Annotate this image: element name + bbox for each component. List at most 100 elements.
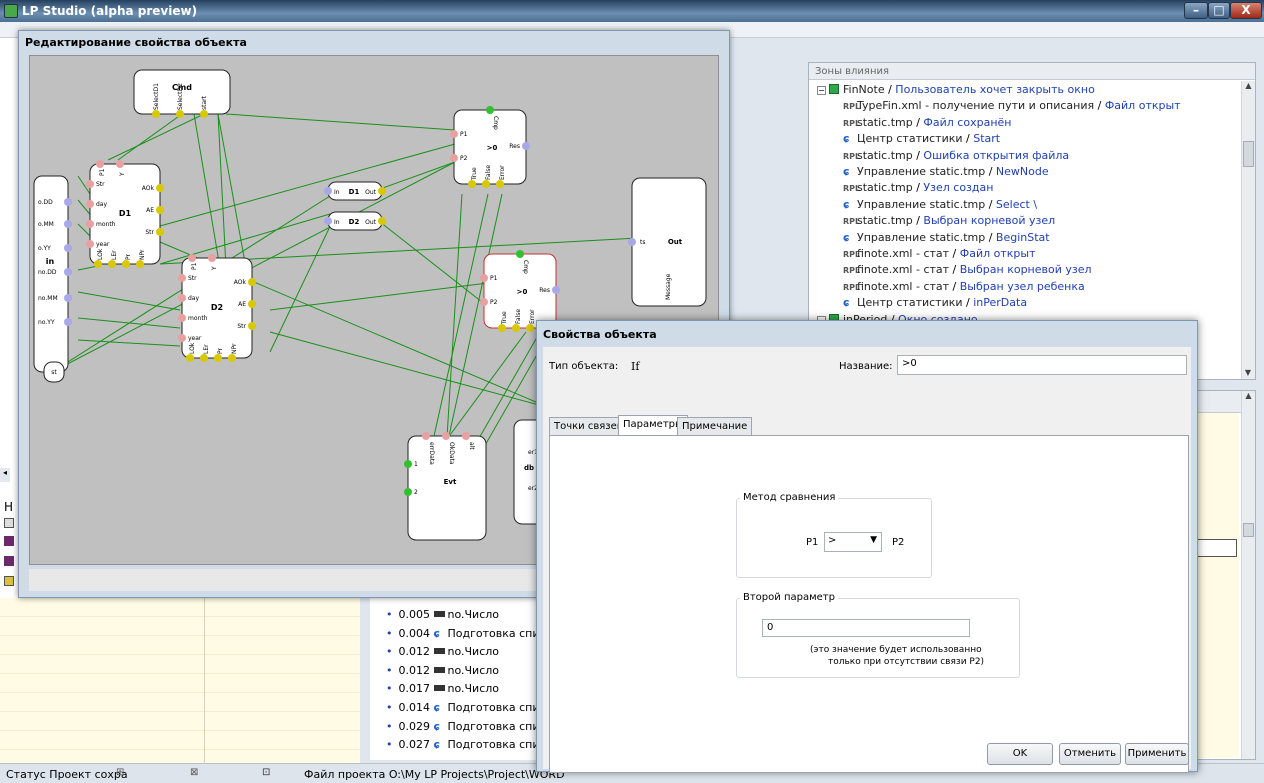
operator-select[interactable]: > ▼ <box>824 532 882 552</box>
ok-button[interactable]: OK <box>987 743 1053 765</box>
d1-in-label: month <box>96 221 116 228</box>
cancel-button[interactable]: Отменить <box>1059 743 1121 765</box>
window-titlebar: LP Studio (alpha preview) – □ X <box>0 0 1264 22</box>
zone-row[interactable]: ɕ Управление static.tmp / Select \ <box>843 198 1037 214</box>
lower-scrollbar[interactable]: ▲ <box>1241 391 1255 759</box>
in-port <box>64 294 72 302</box>
cmp1-bottom-label: True <box>471 167 478 181</box>
file-icon: RPL <box>843 151 861 161</box>
d1-bottom-label: NPr <box>139 249 146 260</box>
type-value: If <box>631 360 640 373</box>
zone-row[interactable]: RPLstatic.tmp / Выбран корневой узел <box>843 214 1055 230</box>
scroll-thumb[interactable] <box>1243 523 1254 537</box>
cmp2-in-port <box>480 298 488 306</box>
app-icon <box>4 4 18 18</box>
lower-cell[interactable] <box>1197 539 1237 557</box>
d2small-in-label: In <box>334 219 340 226</box>
zone-row[interactable]: ɕ Управление static.tmp / NewNode <box>843 165 1049 181</box>
zone-row[interactable]: ɕ Центр статистики / Start <box>843 132 1000 148</box>
zone-row[interactable]: RPLstatic.tmp / Ошибка открытия файла <box>843 149 1069 165</box>
zones-scrollbar[interactable]: ▲ ▼ <box>1241 81 1255 379</box>
log-time: 0.027 <box>398 738 431 752</box>
zone-source: finote.xml - стат <box>857 279 950 293</box>
status-project: Статус Проект сохра <box>6 768 128 781</box>
tab-pane: Метод сравнения P1 > ▼ P2 Второй парамет… <box>549 435 1189 773</box>
properties-dialog: Свойства объекта Тип объекта: If Названи… <box>536 320 1198 773</box>
d2-title: D2 <box>211 303 223 312</box>
in-port-label: o.DD <box>38 199 53 206</box>
log-row[interactable]: • 0.014 ɕ Подготовка списо <box>386 701 552 719</box>
zone-event: Узел создан <box>923 181 994 195</box>
d2-in-label: day <box>188 295 199 302</box>
in-title: in <box>46 257 55 266</box>
zone-row[interactable]: RPLstatic.tmp / Узел создан <box>843 181 993 197</box>
d1-out-port <box>156 228 164 236</box>
d2-in-label: year <box>188 335 202 342</box>
scroll-thumb[interactable] <box>1243 141 1254 167</box>
log-row[interactable]: • 0.012 no.Число <box>386 664 499 682</box>
log-row[interactable]: • 0.027 ɕ Подготовка списо <box>386 738 552 756</box>
st-title: st <box>51 369 57 376</box>
d2-out-label: Str <box>237 323 246 330</box>
cmd-port-label: start <box>201 95 208 110</box>
zone-row[interactable]: RPLfinote.xml - стат / Файл открыт <box>843 247 1036 263</box>
name-input[interactable]: >0 <box>897 355 1187 375</box>
d1-bottom-label: LOk <box>97 248 104 260</box>
zone-row[interactable]: RPLfinote.xml - стат / Выбран корневой у… <box>843 263 1092 279</box>
log-text: no.Число <box>447 645 500 659</box>
log-row[interactable]: • 0.017 no.Число <box>386 682 499 700</box>
d1-bottom-label: Pr <box>125 253 132 260</box>
log-row[interactable]: • 0.005 no.Число <box>386 608 499 626</box>
log-row[interactable]: • 0.004 ɕ Подготовка списо <box>386 627 552 645</box>
dialog-body: Тип объекта: If Название: >0 Точки связе… <box>543 347 1191 773</box>
log-row[interactable]: • 0.012 no.Число <box>386 645 499 663</box>
status-icon: ⊠ <box>190 767 199 778</box>
window-title: LP Studio (alpha preview) <box>22 4 198 18</box>
in-port <box>64 244 72 252</box>
zone-source: Центр статистики <box>857 132 963 146</box>
maximize-icon[interactable]: □ <box>1208 2 1230 19</box>
d1small-in-label: In <box>334 189 340 196</box>
d2small-title: D2 <box>349 218 360 226</box>
log-time: 0.012 <box>398 645 431 659</box>
d1-top-label: Y <box>119 172 126 177</box>
zone-source: static.tmp <box>857 148 913 162</box>
zone-event: Ошибка открытия файла <box>923 148 1070 162</box>
second-param-input[interactable]: 0 <box>762 619 970 637</box>
zone-event: Пользователь хочет закрыть окно <box>895 83 1095 96</box>
zone-row[interactable]: RPLTypeFin.xml - получение пути и описан… <box>843 99 1181 115</box>
d2-in-port <box>178 334 186 342</box>
file-icon: RPL <box>843 217 861 227</box>
file-icon: RPL <box>843 266 861 276</box>
close-icon[interactable]: X <box>1230 2 1262 19</box>
zone-row[interactable]: ɕ Центр статистики / inPerData <box>843 296 1027 312</box>
d1-bottom-port <box>136 260 144 268</box>
scroll-left-icon[interactable]: ◂ <box>0 468 10 482</box>
minimize-icon[interactable]: – <box>1184 2 1208 19</box>
d1small-out-port <box>378 187 386 195</box>
number-icon <box>433 648 445 655</box>
d1small-in-port <box>324 187 332 195</box>
cmp2-top-label: Cmp <box>522 260 529 274</box>
d1-in-port <box>86 240 94 248</box>
d2-bottom-label: LOk <box>189 342 196 354</box>
zone-source: Управление static.tmp <box>857 165 986 178</box>
collapse-icon[interactable]: − <box>817 86 826 95</box>
cmp1-top-port <box>486 106 494 114</box>
zone-row[interactable]: − FinNote / Пользователь хочет закрыть ок… <box>817 83 1095 99</box>
zone-row[interactable]: RPLfinote.xml - стат / Выбран узел ребен… <box>843 280 1085 296</box>
tab-note[interactable]: Примечание <box>677 417 753 435</box>
log-list: • 0.005 no.Число • 0.004 ɕ Подготовка списо •… <box>370 590 552 760</box>
d2-top-label: Y <box>211 266 218 271</box>
number-icon <box>433 685 445 692</box>
zone-source: finote.xml - стат <box>857 247 950 260</box>
zone-row[interactable]: RPLstatic.tmp / Файл сохранён <box>843 116 1011 132</box>
zone-row[interactable]: ɕ Управление static.tmp / BeginStat <box>843 231 1050 247</box>
log-row[interactable]: • 0.029 ɕ Подготовка списо <box>386 720 552 738</box>
evt-in-port <box>404 460 412 468</box>
name-label: Название: <box>839 361 893 372</box>
tab-links[interactable]: Точки связей <box>549 417 629 435</box>
zone-event: Выбран корневой узел <box>959 263 1092 277</box>
evt-in-label: 2 <box>414 489 418 496</box>
apply-button[interactable]: Применить <box>1125 743 1189 765</box>
